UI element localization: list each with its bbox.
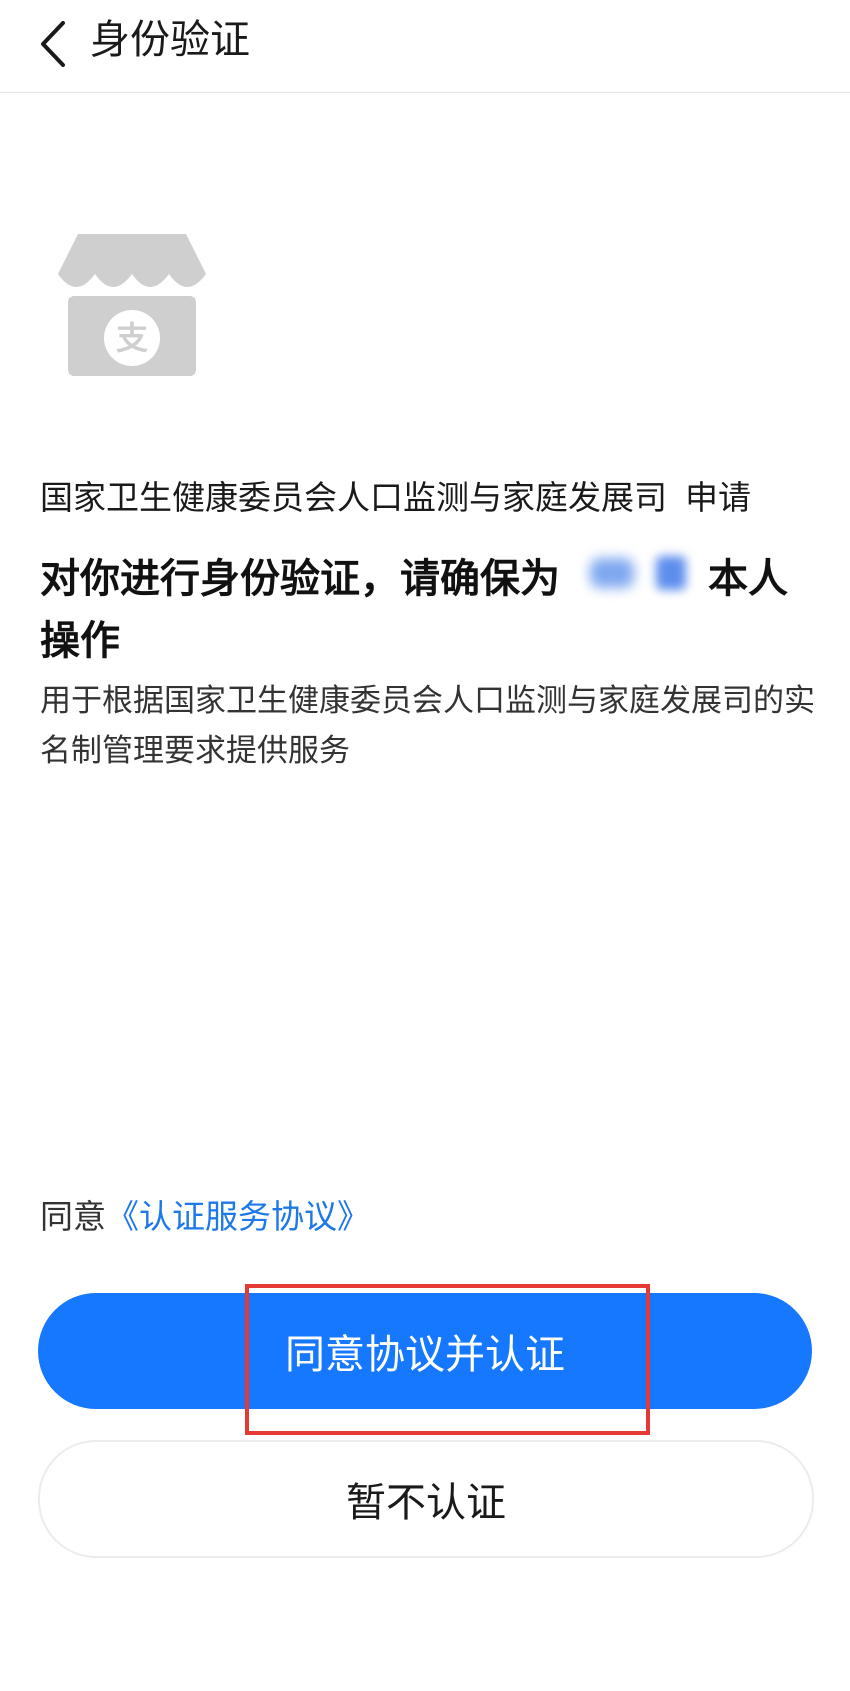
nav-bar: 身份验证 <box>0 0 850 93</box>
agree-and-verify-button[interactable]: 同意协议并认证 <box>38 1293 812 1409</box>
page-title: 身份验证 <box>90 17 250 63</box>
service-agreement-link[interactable]: 《认证服务协议》 <box>106 1197 370 1236</box>
headline-text-before: 对你进行身份验证，请确保为 <box>40 556 560 602</box>
service-description: 用于根据国家卫生健康委员会人口监测与家庭发展司的实名制管理要求提供服务 <box>40 683 815 769</box>
org-name: 国家卫生健康委员会人口监测与家庭发展司 <box>40 478 667 517</box>
verification-headline: 对你进行身份验证，请确保为 本人操作 <box>40 548 820 672</box>
back-button[interactable] <box>22 6 82 82</box>
agreement-prefix: 同意 <box>40 1197 106 1236</box>
applicant-line: 国家卫生健康委员会人口监测与家庭发展司 申请 <box>40 473 820 523</box>
chevron-left-icon <box>41 21 65 67</box>
applicant-action: 申请 <box>685 478 751 517</box>
alipay-store-icon: 支 <box>58 234 206 376</box>
masked-user-name <box>560 550 708 600</box>
alipay-glyph: 支 <box>115 319 148 357</box>
skip-verification-button[interactable]: 暂不认证 <box>38 1440 814 1558</box>
agreement-line: 同意《认证服务协议》 <box>40 1192 370 1242</box>
